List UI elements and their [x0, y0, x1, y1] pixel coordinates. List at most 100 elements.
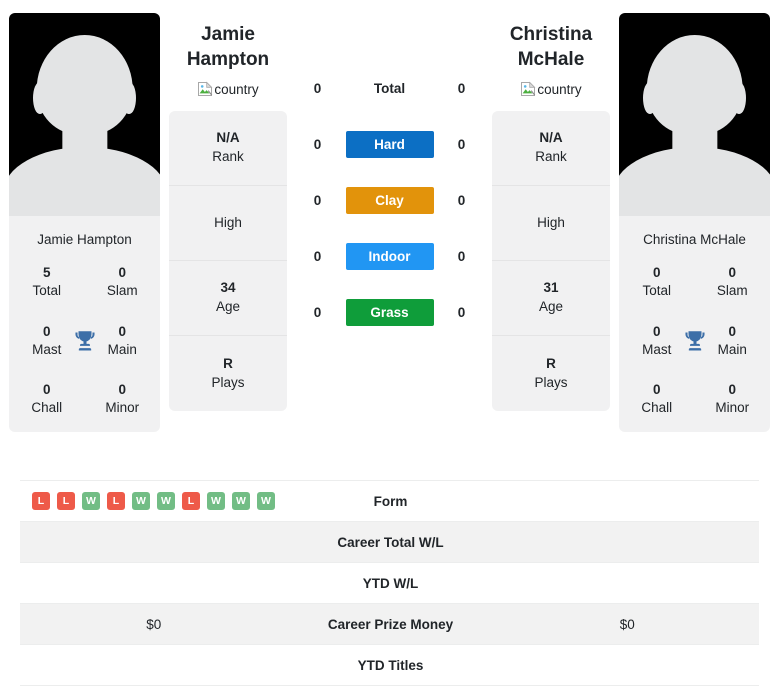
- left-title-minor: 0 Minor: [85, 381, 161, 417]
- right-title-total: 0 Total: [619, 264, 695, 300]
- stat-row-ytd-titles-label: YTD Titles: [357, 657, 424, 673]
- right-player-name-line1: Christina: [509, 24, 593, 45]
- left-info-plays-label: Plays: [211, 374, 245, 390]
- surface-grass-right-value: 0: [457, 304, 466, 320]
- left-info-rank: N/A Rank: [169, 111, 287, 187]
- right-title-chall: 0 Chall: [619, 381, 695, 417]
- right-info-high-label: High: [537, 214, 565, 230]
- right-country-label: country: [537, 81, 582, 97]
- left-player-name: Jamie Hampton: [169, 22, 287, 72]
- left-info-plays-value: R: [223, 355, 233, 371]
- right-title-minor-value: 0: [728, 382, 736, 398]
- surface-indoor-left-value: 0: [313, 248, 322, 264]
- left-titles-grid: 5 Total 0 Slam 0 Mast 0 Main 0 Chall 0 M…: [9, 264, 160, 417]
- stat-row-ytd-titles: YTD Titles: [20, 645, 759, 686]
- left-info-age-value: 34: [220, 280, 236, 296]
- right-title-total-label: Total: [642, 283, 672, 299]
- right-title-total-value: 0: [652, 265, 661, 281]
- right-titles-player-name: Christina McHale: [643, 232, 746, 247]
- player-comparison-page: Jamie Hampton 5 Total 0 Slam 0 Mast 0 Ma…: [0, 0, 779, 699]
- form-badge-loss[interactable]: L: [182, 492, 200, 510]
- right-info-plays: R Plays: [492, 336, 610, 411]
- surface-total-label: Total: [373, 80, 406, 96]
- surface-row-total: 0 Total 0: [287, 60, 492, 116]
- form-badge-win[interactable]: W: [157, 492, 175, 510]
- stat-row-career-prize-money: $0 Career Prize Money $0: [20, 604, 759, 645]
- surface-total-left-value: 0: [313, 80, 322, 96]
- stat-rows: LLWLWWLWWW Form Career Total W/L YTD W/L…: [20, 480, 759, 686]
- left-info-rank-label: Rank: [212, 149, 244, 165]
- stat-row-career-total-wl: Career Total W/L: [20, 522, 759, 563]
- left-player-name-line2: Hampton: [186, 49, 270, 71]
- surface-clay-right-value: 0: [457, 192, 466, 208]
- stat-row-form-label: Form: [373, 493, 408, 509]
- avatar-shoulders: [9, 146, 160, 216]
- form-badge-win[interactable]: W: [232, 492, 250, 510]
- surface-indoor-label: Indoor: [345, 242, 434, 270]
- left-title-slam-value: 0: [118, 265, 126, 281]
- left-title-minor-label: Minor: [105, 400, 140, 416]
- left-title-slam-label: Slam: [106, 283, 138, 299]
- left-player-name-line1: Jamie: [201, 24, 255, 45]
- left-info-age: 34 Age: [169, 261, 287, 337]
- left-info-age-label: Age: [215, 299, 241, 315]
- right-title-minor: 0 Minor: [695, 381, 771, 417]
- surface-hard-left-value: 0: [313, 136, 322, 152]
- comparison-header: Jamie Hampton 5 Total 0 Slam 0 Mast 0 Ma…: [0, 0, 779, 480]
- stat-row-career-prize-money-label: Career Prize Money: [327, 616, 454, 632]
- right-titles-card: Christina McHale 0 Total 0 Slam 0 Mast 0…: [619, 216, 770, 432]
- surface-hard-right-value: 0: [457, 136, 466, 152]
- left-info-card: N/A Rank High 34 Age R Plays: [169, 111, 287, 412]
- surface-clay-left-value: 0: [313, 192, 322, 208]
- left-country-label: country: [214, 81, 259, 97]
- surface-indoor-right-value: 0: [457, 248, 466, 264]
- trophy-icon: [72, 328, 98, 354]
- right-info-age: 31 Age: [492, 261, 610, 337]
- right-player-avatar: [619, 13, 770, 216]
- right-info-rank-value: N/A: [539, 130, 563, 146]
- right-info-age-value: 31: [543, 280, 559, 296]
- broken-image-icon: [197, 81, 213, 97]
- surface-row-hard: 0 Hard 0: [287, 116, 492, 172]
- right-player-heading: Christina McHale country: [492, 0, 610, 97]
- career-prize-money-right: $0: [619, 616, 635, 632]
- left-title-total-label: Total: [32, 283, 62, 299]
- right-info-rank: N/A Rank: [492, 111, 610, 187]
- left-titles-player-name: Jamie Hampton: [37, 232, 132, 247]
- form-badge-loss[interactable]: L: [107, 492, 125, 510]
- surface-hard-label: Hard: [345, 130, 434, 158]
- right-player-name-line2: McHale: [517, 49, 585, 71]
- left-info-rank-value: N/A: [216, 130, 240, 146]
- avatar-ear-left: [643, 82, 657, 115]
- stat-row-ytd-wl-label: YTD W/L: [362, 575, 419, 591]
- left-player-heading: Jamie Hampton country: [169, 0, 287, 97]
- form-badge-loss[interactable]: L: [32, 492, 50, 510]
- right-title-slam-label: Slam: [716, 283, 748, 299]
- surface-grass-label: Grass: [345, 298, 434, 326]
- right-titles-grid: 0 Total 0 Slam 0 Mast 0 Main 0 Chall 0 M…: [619, 264, 770, 417]
- right-info-high: High: [492, 186, 610, 262]
- form-badge-win[interactable]: W: [207, 492, 225, 510]
- broken-image-icon: [520, 81, 536, 97]
- career-prize-money-left: $0: [146, 616, 162, 632]
- avatar-shoulders: [619, 146, 770, 216]
- right-info-card: N/A Rank High 31 Age R Plays: [492, 111, 610, 412]
- surface-comparison-column: 0 Total 0 0 Hard 0 0 Clay 0 0 Indoor 0 0: [287, 0, 492, 340]
- left-info-high-label: High: [214, 214, 242, 230]
- right-player-name: Christina McHale: [492, 22, 610, 72]
- right-info-plays-value: R: [546, 355, 556, 371]
- form-badge-win[interactable]: W: [82, 492, 100, 510]
- form-badges-left: LLWLWWLWWW: [22, 492, 275, 510]
- form-badge-loss[interactable]: L: [57, 492, 75, 510]
- left-info-plays: R Plays: [169, 336, 287, 411]
- form-badge-win[interactable]: W: [132, 492, 150, 510]
- form-badge-win[interactable]: W: [257, 492, 275, 510]
- right-info-age-label: Age: [538, 299, 564, 315]
- surface-clay-label: Clay: [345, 186, 434, 214]
- surface-grass-left-value: 0: [313, 304, 322, 320]
- left-info-column: Jamie Hampton country N/A Rank High 34 A…: [169, 0, 287, 412]
- left-info-high: High: [169, 186, 287, 262]
- left-player-avatar: [9, 13, 160, 216]
- avatar-ear-right: [122, 82, 136, 115]
- left-country-line: country: [169, 81, 287, 97]
